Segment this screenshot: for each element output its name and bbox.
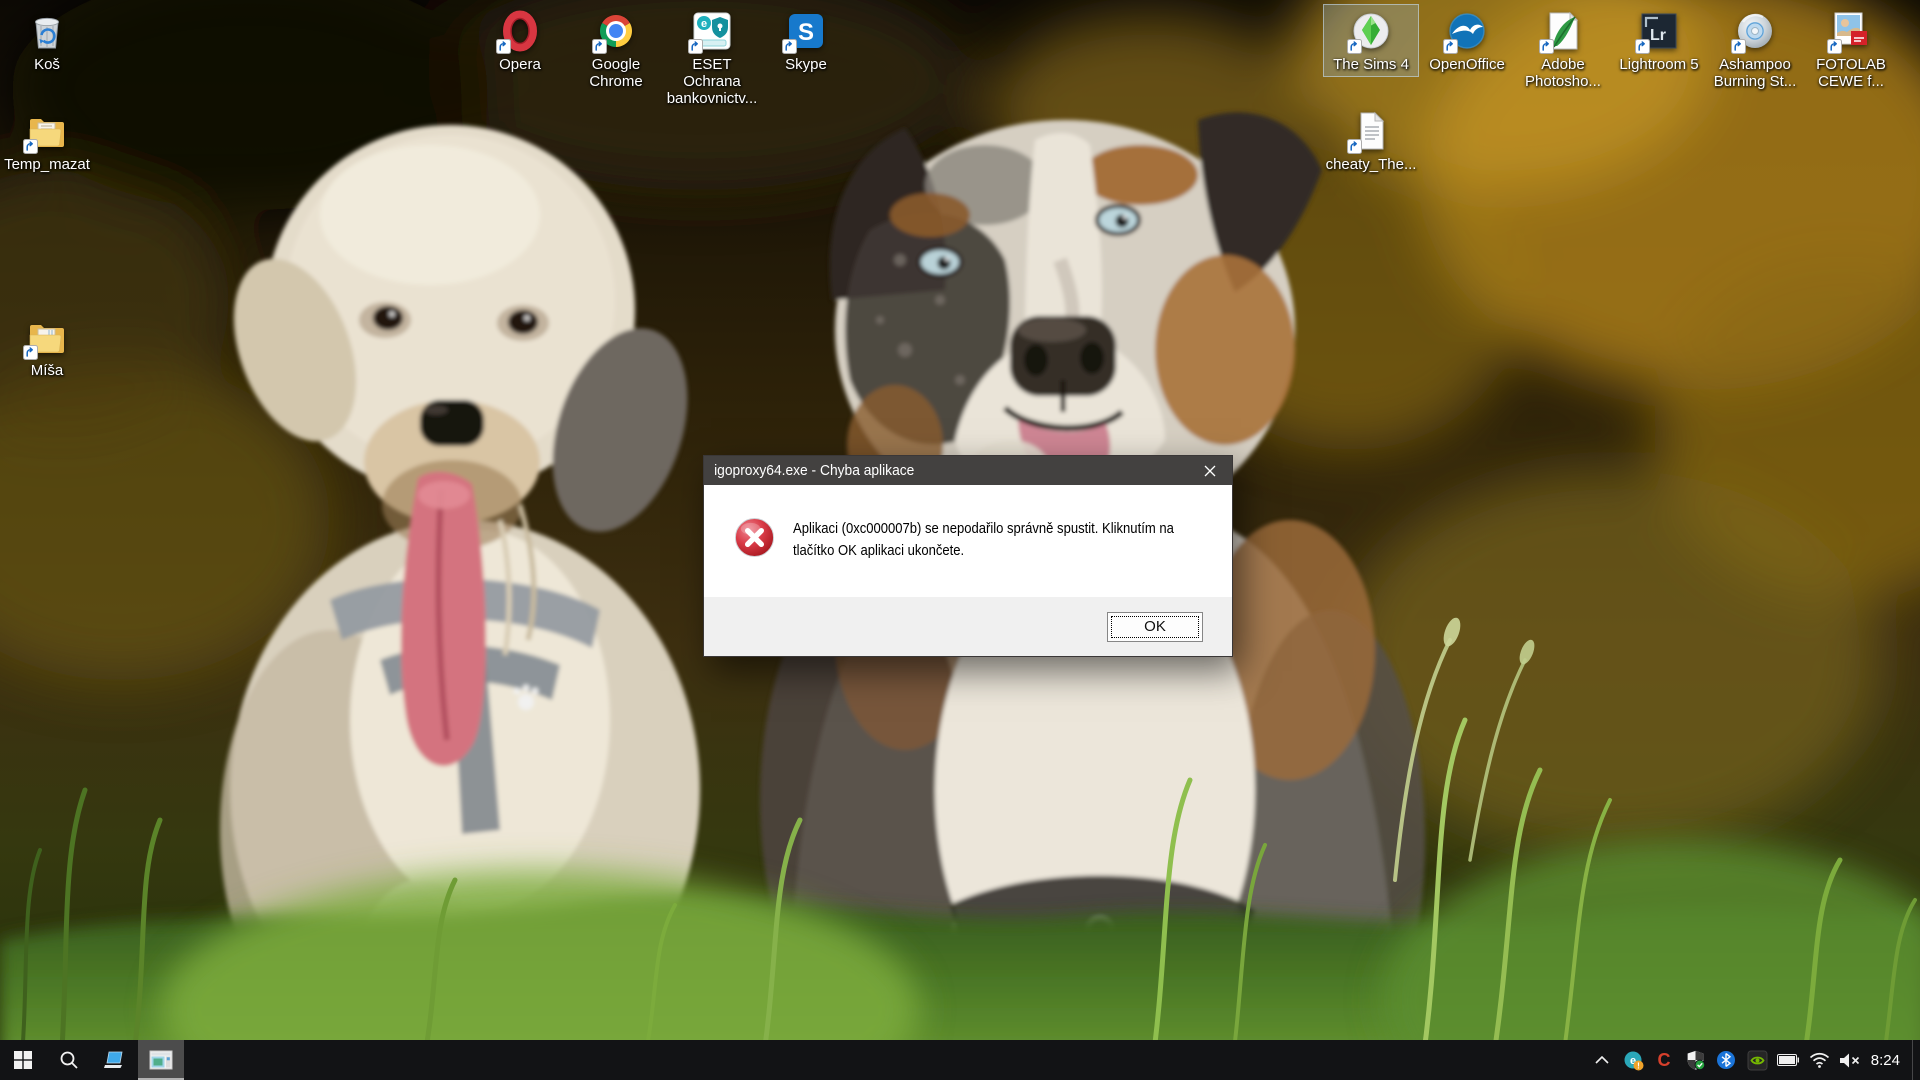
- icon-label: OpenOffice: [1429, 56, 1505, 73]
- windows-defender-icon: [1685, 1049, 1706, 1071]
- close-button[interactable]: [1187, 456, 1232, 485]
- shortcut-arrow-icon: [1347, 139, 1362, 154]
- shortcut-arrow-icon: [688, 39, 703, 54]
- shortcut-arrow-icon: [1347, 39, 1362, 54]
- hidden-icons-chevron[interactable]: [1587, 1040, 1618, 1080]
- icon-label: FOTOLAB CEWE f...: [1816, 56, 1886, 90]
- icon-label: Ashampoo Burning St...: [1714, 56, 1797, 90]
- windows-logo-icon: [14, 1051, 32, 1069]
- icon-label: Koš: [34, 56, 60, 73]
- icon-label: Míša: [31, 362, 64, 379]
- desktop-icon-the-sims-4[interactable]: The Sims 4: [1323, 4, 1419, 77]
- shortcut-arrow-icon: [1635, 39, 1650, 54]
- dialog-body: Aplikaci (0xc000007b) se nepodařilo sprá…: [704, 485, 1232, 597]
- dialog-title: igoproxy64.exe - Chyba aplikace: [704, 462, 1148, 479]
- bluetooth-icon: [1716, 1050, 1736, 1070]
- close-icon: [1204, 465, 1216, 477]
- svg-text:!: !: [1637, 1061, 1640, 1070]
- nvidia-icon: [1747, 1050, 1768, 1071]
- dialog-footer: OK: [704, 597, 1232, 656]
- desktop: Koš Temp_mazat: [0, 0, 1920, 1080]
- volume-muted-icon: [1839, 1052, 1861, 1069]
- eset-icon: e !: [1623, 1050, 1644, 1071]
- icon-label: Opera: [499, 56, 541, 73]
- taskbar: e ! C: [0, 1040, 1920, 1080]
- tray-volume-muted-icon[interactable]: [1835, 1040, 1866, 1080]
- desktop-icon-google-chrome[interactable]: Google Chrome: [568, 4, 664, 94]
- taskbar-clock[interactable]: 8:24: [1866, 1052, 1912, 1069]
- desktop-icon-lightroom-5[interactable]: Lr Lightroom 5: [1611, 4, 1707, 77]
- svg-text:e: e: [701, 18, 707, 30]
- tray-eset-icon[interactable]: e !: [1618, 1040, 1649, 1080]
- icon-label: The Sims 4: [1333, 56, 1409, 73]
- error-icon: [734, 517, 775, 558]
- wifi-icon: [1809, 1052, 1830, 1068]
- ccleaner-icon: C: [1654, 1050, 1674, 1070]
- shortcut-arrow-icon: [1443, 39, 1458, 54]
- tray-wifi-icon[interactable]: [1804, 1040, 1835, 1080]
- svg-text:S: S: [798, 19, 814, 46]
- icon-label: Adobe Photosho...: [1525, 56, 1601, 90]
- icon-label: ESET Ochrana bankovnictv...: [667, 56, 758, 107]
- ok-button[interactable]: OK: [1107, 612, 1203, 642]
- desktop-icon-eset-banking[interactable]: e ESET Ochrana bankovnictv...: [664, 4, 760, 111]
- error-dialog: igoproxy64.exe - Chyba aplikace: [703, 455, 1233, 657]
- taskbar-app-active-window[interactable]: [138, 1040, 184, 1080]
- desktop-icon-openoffice[interactable]: OpenOffice: [1419, 4, 1515, 77]
- shortcut-arrow-icon: [1539, 39, 1554, 54]
- shortcut-arrow-icon: [782, 39, 797, 54]
- desktop-icon-ashampoo-burning[interactable]: Ashampoo Burning St...: [1707, 4, 1803, 94]
- desktop-icon-recycle-bin[interactable]: Koš: [0, 4, 95, 77]
- search-icon: [59, 1050, 79, 1070]
- desktop-icon-opera[interactable]: Opera: [472, 4, 568, 77]
- desktop-icon-cheaty-the[interactable]: cheaty_The...: [1323, 104, 1419, 177]
- shortcut-arrow-icon: [23, 139, 38, 154]
- desktop-icon-fotolab-cewe[interactable]: FOTOLAB CEWE f...: [1803, 4, 1899, 94]
- desktop-icon-misa[interactable]: Míša: [0, 310, 95, 383]
- shortcut-arrow-icon: [23, 345, 38, 360]
- desktop-icon-temp-mazat[interactable]: Temp_mazat: [0, 104, 95, 177]
- dialog-titlebar[interactable]: igoproxy64.exe - Chyba aplikace: [704, 456, 1232, 485]
- svg-text:C: C: [1658, 1050, 1671, 1070]
- show-desktop-button[interactable]: [1912, 1040, 1918, 1080]
- icon-label: Temp_mazat: [4, 156, 90, 173]
- desktop-icon-adobe-photoshop[interactable]: Adobe Photosho...: [1515, 4, 1611, 94]
- tray-defender-icon[interactable]: [1680, 1040, 1711, 1080]
- start-button[interactable]: [0, 1040, 46, 1080]
- recycle-bin-icon: [25, 9, 69, 53]
- tray-bluetooth-icon[interactable]: [1711, 1040, 1742, 1080]
- tray-nvidia-icon[interactable]: [1742, 1040, 1773, 1080]
- system-tray: e ! C: [1587, 1040, 1920, 1080]
- shortcut-arrow-icon: [1731, 39, 1746, 54]
- desktop-icon-skype[interactable]: S Skype: [758, 4, 854, 77]
- tray-battery-icon[interactable]: [1773, 1040, 1804, 1080]
- shortcut-arrow-icon: [1827, 39, 1842, 54]
- shortcut-arrow-icon: [592, 39, 607, 54]
- laptop-icon: [103, 1050, 127, 1070]
- search-button[interactable]: [46, 1040, 92, 1080]
- tray-ccleaner-icon[interactable]: C: [1649, 1040, 1680, 1080]
- error-message: Aplikaci (0xc000007b) se nepodařilo sprá…: [793, 515, 1231, 597]
- battery-icon: [1777, 1054, 1799, 1066]
- icon-label: Google Chrome: [589, 56, 642, 90]
- icon-label: Skype: [785, 56, 827, 73]
- chevron-up-icon: [1595, 1056, 1609, 1064]
- taskbar-app-computer[interactable]: [92, 1040, 138, 1080]
- shortcut-arrow-icon: [496, 39, 511, 54]
- icon-label: Lightroom 5: [1619, 56, 1698, 73]
- svg-text:Lr: Lr: [1650, 27, 1666, 44]
- application-window-icon: [149, 1050, 173, 1070]
- icon-label: cheaty_The...: [1326, 156, 1417, 173]
